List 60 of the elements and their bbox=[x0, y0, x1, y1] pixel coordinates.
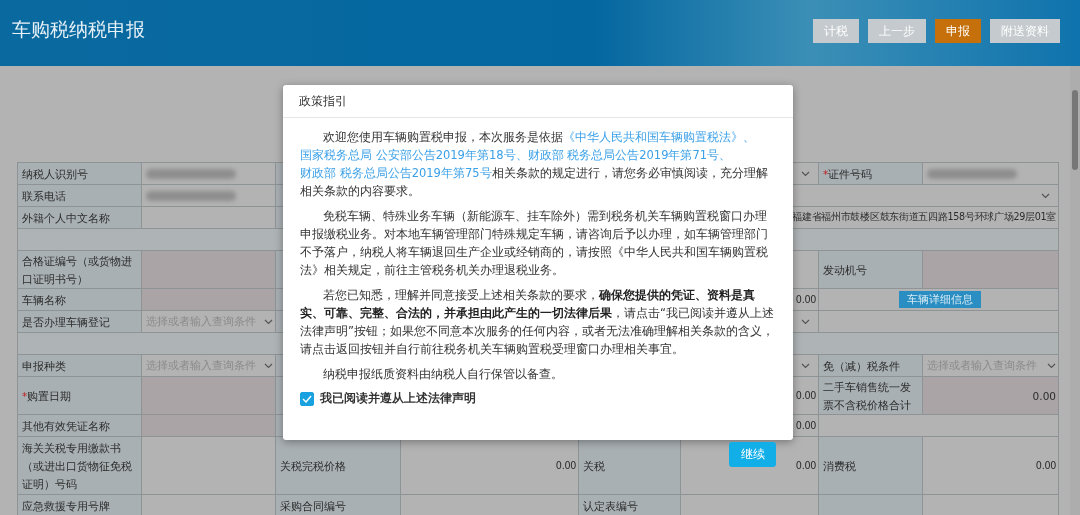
field-label: 证件号码 bbox=[828, 166, 873, 182]
dropdown-caret-icon[interactable] bbox=[801, 362, 810, 369]
input-field[interactable] bbox=[142, 437, 276, 495]
law-link[interactable]: 财政部 税务总局公告2019年第75号 bbox=[300, 166, 492, 180]
dropdown-caret-icon[interactable] bbox=[801, 318, 810, 325]
field-label: 车辆名称 bbox=[22, 292, 66, 308]
field-value: 0.00 bbox=[1035, 460, 1056, 471]
field-value: 0.00 bbox=[795, 294, 816, 305]
field-label: 合格证编号（或货物进口证明书号） bbox=[22, 253, 133, 287]
field-label: 申报种类 bbox=[22, 358, 66, 374]
required-mark: * bbox=[823, 167, 829, 180]
field-label: 采购合同编号 bbox=[280, 498, 346, 514]
field-label: 认定表编号 bbox=[583, 498, 638, 514]
required-mark: * bbox=[22, 389, 28, 402]
policy-paragraph: 欢迎您使用车辆购置税申报，本次服务是依据《中华人民共和国车辆购置税法》、 国家税务总局 公安部公告2019年第18号、财政部 税务总局公告2019年第71号、 财政部 税务总局公告2019年第75号相关条款的规定进行，请您务必审慎阅读，充分理解相关条款的内容要求。 bbox=[300, 129, 769, 200]
field-label: 联系电话 bbox=[22, 188, 66, 204]
policy-paragraph: 纳税申报纸质资料由纳税人自行保管以备查。 bbox=[322, 366, 564, 383]
field-value: 0.00 bbox=[795, 420, 816, 431]
continue-button[interactable]: 继续 bbox=[729, 442, 776, 467]
field-value: 0.00 bbox=[795, 390, 816, 401]
law-link[interactable]: 财政部 税务总局公告2019年第71号、 bbox=[527, 148, 732, 162]
dropdown-caret-icon[interactable] bbox=[801, 170, 810, 177]
field-label: 是否办理车辆登记 bbox=[22, 314, 110, 330]
input-field[interactable]: 0.00 bbox=[401, 437, 579, 495]
field-label: 外籍个人中文名称 bbox=[22, 210, 110, 226]
field-label: 关税完税价格 bbox=[280, 458, 346, 474]
caret-icon bbox=[264, 362, 273, 369]
field-value: 0.00 bbox=[1032, 389, 1056, 402]
field-label: 发动机号 bbox=[823, 262, 867, 278]
input-field[interactable]: 0.00 bbox=[923, 437, 1059, 495]
field-label: 纳税人识别号 bbox=[22, 166, 88, 182]
page-title: 车购税纳税申报 bbox=[12, 17, 145, 42]
policy-paragraph: 免税车辆、特殊业务车辆（新能源车、挂车除外）需到税务机关车辆购置税窗口办理申报缴税业务。对本地车辆管理部门特殊规定车辆，请咨询后予以办理，如车辆管理部门不予落户，纳税人将车辆退回生产企业或经销商的，请按照《中华人民共和国车辆购置税法》相关规定，前往主管税务机关办理退税业务。 bbox=[300, 208, 769, 279]
field-value: 福建省福州市鼓楼区鼓东街道五四路158号环球广场29层01室 bbox=[792, 211, 1056, 224]
input-field[interactable] bbox=[142, 207, 276, 229]
field-label: 消费税 bbox=[823, 458, 856, 474]
law-link[interactable]: 国家税务总局 公安部公告2019年第18号、 bbox=[300, 148, 528, 162]
field-label: 购置日期 bbox=[27, 388, 72, 404]
field-label: 其他有效凭证名称 bbox=[22, 418, 110, 434]
field-label: 海关关税专用缴款书（或进出口货物征免税证明）号码 bbox=[22, 440, 133, 492]
law-link[interactable]: 《中华人民共和国车辆购置税法》、 bbox=[563, 130, 755, 144]
toolbar-button[interactable]: 申报 bbox=[935, 19, 981, 43]
field-label: 应急救援专用号牌 bbox=[22, 498, 110, 514]
agree-label: 我已阅读并遵从上述法律声明 bbox=[320, 391, 476, 406]
field-label: 关税 bbox=[583, 458, 605, 474]
caret-icon bbox=[264, 318, 273, 325]
field-label: 二手车销售统一发票不含税价格合计 bbox=[823, 379, 912, 413]
field-label: 免（减）税条件 bbox=[823, 358, 900, 374]
field-value: 0.00 bbox=[795, 460, 816, 471]
toolbar-button[interactable]: 计税 bbox=[813, 19, 859, 43]
field-value: 0.00 bbox=[555, 460, 576, 471]
policy-paragraph: 若您已知悉，理解并同意接受上述相关条款的要求，确保您提供的凭证、资料是真实、可靠、完整、合法的，并承担由此产生的一切法律后果，请点击“我已阅读并遵从上述法律声明”按钮；如果您不同意本次服务的任何内容，或者无法准确理解相关条款的含义，请点击返回按钮并自行前往税务机关车辆购置税受理窗口办理相关事宜。 bbox=[300, 287, 775, 358]
input-field[interactable] bbox=[819, 311, 1059, 333]
caret-icon bbox=[1047, 362, 1056, 369]
dialog-title: 政策指引 bbox=[299, 93, 347, 109]
vehicle-details-button[interactable]: 车辆详细信息 bbox=[898, 291, 981, 308]
checkbox[interactable] bbox=[300, 391, 314, 406]
input-field[interactable] bbox=[819, 415, 1059, 437]
scrollbar[interactable] bbox=[1070, 66, 1080, 515]
dropdown-caret-icon[interactable] bbox=[1041, 192, 1050, 199]
